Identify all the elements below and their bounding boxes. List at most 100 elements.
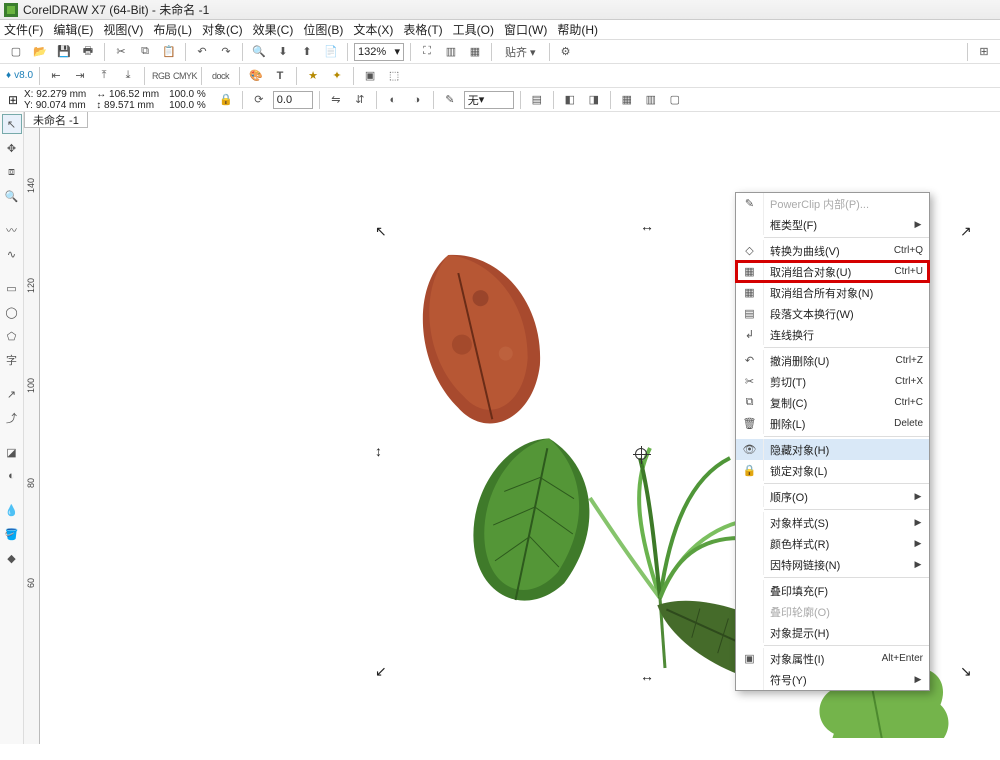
menu-effect[interactable]: 效果(C) bbox=[253, 21, 294, 38]
menu-file[interactable]: 文件(F) bbox=[4, 21, 43, 38]
dimension-tool-icon[interactable]: ↗ bbox=[2, 384, 22, 404]
shape-tool-icon[interactable]: ✥ bbox=[2, 138, 22, 158]
context-menu-item[interactable]: ✂剪切(T)Ctrl+X bbox=[736, 371, 929, 392]
context-menu-item[interactable]: ▣对象属性(I)Alt+Enter bbox=[736, 648, 929, 669]
selection-handle[interactable]: ↗ bbox=[960, 223, 972, 240]
redo-icon[interactable]: ↷ bbox=[216, 42, 236, 62]
menu-window[interactable]: 窗口(W) bbox=[504, 21, 547, 38]
context-menu-item[interactable]: 符号(Y)▶ bbox=[736, 669, 929, 690]
dock-button[interactable]: dock bbox=[208, 66, 233, 86]
context-menu-item[interactable]: ↶撤消删除(U)Ctrl+Z bbox=[736, 350, 929, 371]
crop-tool-icon[interactable]: ⧈ bbox=[2, 162, 22, 182]
context-menu-item[interactable]: 🔒锁定对象(L) bbox=[736, 460, 929, 481]
align-left-icon[interactable]: ⇤ bbox=[46, 66, 66, 86]
launch-icon[interactable]: ⊞ bbox=[974, 42, 994, 62]
zoom-combo[interactable]: 132%▾ bbox=[354, 43, 404, 61]
selection-handle[interactable]: ↕ bbox=[375, 443, 382, 459]
transparency-tool-icon[interactable]: ◐ bbox=[2, 466, 22, 486]
context-menu-item[interactable]: ▦取消组合所有对象(N) bbox=[736, 282, 929, 303]
context-menu-item[interactable]: 颜色样式(R)▶ bbox=[736, 533, 929, 554]
cmyk-mode[interactable]: CMYK bbox=[175, 66, 195, 86]
selection-handle[interactable]: ↖ bbox=[375, 223, 387, 240]
context-menu-item[interactable]: ↲连线换行 bbox=[736, 324, 929, 345]
new-icon[interactable]: ▢ bbox=[6, 42, 26, 62]
align-bottom-icon[interactable]: ⤓ bbox=[118, 66, 138, 86]
pick-tool-icon[interactable]: ↖ bbox=[2, 114, 22, 134]
fill-tool-icon[interactable]: 🪣 bbox=[2, 524, 22, 544]
ungroup-icon[interactable]: ▥ bbox=[641, 90, 661, 110]
misc2-icon[interactable]: ⬚ bbox=[384, 66, 404, 86]
menu-text[interactable]: 文本(X) bbox=[353, 21, 393, 38]
copy-icon[interactable]: ⧉ bbox=[135, 42, 155, 62]
curve-tool-icon[interactable]: ∿ bbox=[2, 244, 22, 264]
context-menu-item[interactable]: 对象提示(H) bbox=[736, 622, 929, 643]
save-icon[interactable]: 💾 bbox=[54, 42, 74, 62]
lock-ratio-icon[interactable]: 🔒 bbox=[216, 90, 236, 110]
export-icon[interactable]: ⬆ bbox=[297, 42, 317, 62]
menu-bitmap[interactable]: 位图(B) bbox=[303, 21, 343, 38]
selection-handle[interactable]: ↙ bbox=[375, 663, 387, 680]
outline-icon[interactable]: ✎ bbox=[440, 90, 460, 110]
star2-icon[interactable]: ✦ bbox=[327, 66, 347, 86]
mirror-h-icon[interactable]: ⇋ bbox=[326, 90, 346, 110]
selection-handle[interactable]: ↔ bbox=[640, 668, 654, 684]
align-top-icon[interactable]: ⤒ bbox=[94, 66, 114, 86]
wrap-icon[interactable]: ▤ bbox=[527, 90, 547, 110]
mirror-v-icon[interactable]: ⇵ bbox=[350, 90, 370, 110]
color-swatch-icon[interactable]: 🎨 bbox=[246, 66, 266, 86]
menu-view[interactable]: 视图(V) bbox=[103, 21, 143, 38]
group-icon[interactable]: ▦ bbox=[617, 90, 637, 110]
trace-icon[interactable]: ◧ bbox=[560, 90, 580, 110]
search-icon[interactable]: 🔍 bbox=[249, 42, 269, 62]
menu-layout[interactable]: 布局(L) bbox=[153, 21, 192, 38]
star-icon[interactable]: ★ bbox=[303, 66, 323, 86]
polygon-tool-icon[interactable]: ⬠ bbox=[2, 326, 22, 346]
context-menu-item[interactable]: ⧉复制(C)Ctrl+C bbox=[736, 392, 929, 413]
shape1-icon[interactable]: ◐ bbox=[383, 90, 403, 110]
snap-button[interactable]: 贴齐 ▾ bbox=[498, 42, 543, 62]
align-right-icon[interactable]: ⇥ bbox=[70, 66, 90, 86]
menu-table[interactable]: 表格(T) bbox=[403, 21, 442, 38]
import-icon[interactable]: ⬇ bbox=[273, 42, 293, 62]
dropshadow-tool-icon[interactable]: ◪ bbox=[2, 442, 22, 462]
rectangle-tool-icon[interactable]: ▭ bbox=[2, 278, 22, 298]
undo-icon[interactable]: ↶ bbox=[192, 42, 212, 62]
context-menu-item[interactable]: ◇转换为曲线(V)Ctrl+Q bbox=[736, 240, 929, 261]
grid-icon[interactable]: ▦ bbox=[465, 42, 485, 62]
context-menu-item[interactable]: 顺序(O)▶ bbox=[736, 486, 929, 507]
trace2-icon[interactable]: ◨ bbox=[584, 90, 604, 110]
context-menu-item[interactable]: ▦取消组合对象(U)Ctrl+U bbox=[736, 261, 929, 282]
rotation-input[interactable]: 0.0 bbox=[273, 91, 313, 109]
eyedropper-tool-icon[interactable]: 💧 bbox=[2, 500, 22, 520]
menu-edit[interactable]: 编辑(E) bbox=[53, 21, 93, 38]
selection-handle[interactable]: ↘ bbox=[960, 663, 972, 680]
context-menu-item[interactable]: 框类型(F)▶ bbox=[736, 214, 929, 235]
selection-handle[interactable]: ↔ bbox=[640, 218, 654, 234]
document-tab[interactable]: 未命名 -1 bbox=[24, 112, 88, 128]
cut-icon[interactable]: ✂ bbox=[111, 42, 131, 62]
zoom-tool-icon[interactable]: 🔍 bbox=[2, 186, 22, 206]
print-icon[interactable]: 🖶 bbox=[78, 42, 98, 62]
context-menu-item[interactable]: 👁隐藏对象(H) bbox=[736, 439, 929, 460]
smart-fill-tool-icon[interactable]: ◆ bbox=[2, 548, 22, 568]
ellipse-tool-icon[interactable]: ◯ bbox=[2, 302, 22, 322]
misc1-icon[interactable]: ▣ bbox=[360, 66, 380, 86]
fullscreen-icon[interactable]: ⛶ bbox=[417, 42, 437, 62]
publish-icon[interactable]: 📄 bbox=[321, 42, 341, 62]
text-icon[interactable]: T bbox=[270, 66, 290, 86]
context-menu-item[interactable]: ▤段落文本换行(W) bbox=[736, 303, 929, 324]
context-menu-item[interactable]: 因特网链接(N)▶ bbox=[736, 554, 929, 575]
menu-tools[interactable]: 工具(O) bbox=[453, 21, 494, 38]
connector-tool-icon[interactable]: ⤴ bbox=[2, 408, 22, 428]
freehand-tool-icon[interactable]: 〰 bbox=[2, 220, 22, 240]
fill-combo[interactable]: 无 ▾ bbox=[464, 91, 514, 109]
open-icon[interactable]: 📂 bbox=[30, 42, 50, 62]
text-tool-icon[interactable]: 字 bbox=[2, 350, 22, 370]
context-menu-item[interactable]: 🗑删除(L)Delete bbox=[736, 413, 929, 434]
ruler-icon[interactable]: ▥ bbox=[441, 42, 461, 62]
ungroup-all-icon[interactable]: ▢ bbox=[665, 90, 685, 110]
rgb-mode[interactable]: RGB bbox=[151, 66, 171, 86]
menu-help[interactable]: 帮助(H) bbox=[557, 21, 598, 38]
menu-object[interactable]: 对象(C) bbox=[202, 21, 243, 38]
paste-icon[interactable]: 📋 bbox=[159, 42, 179, 62]
